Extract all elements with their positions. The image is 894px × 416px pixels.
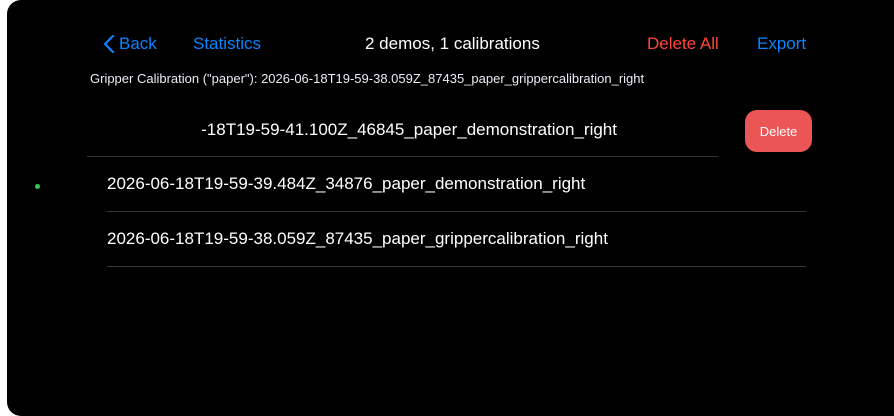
page-title: 2 demos, 1 calibrations <box>365 34 540 53</box>
calibration-info: Gripper Calibration ("paper"): 2026-06-1… <box>90 71 645 86</box>
recording-name: 2026-06-18T19-59-38.059Z_87435_paper_gri… <box>107 229 608 248</box>
recording-name: -18T19-59-41.100Z_46845_paper_demonstrat… <box>201 120 617 139</box>
row-divider <box>107 266 806 267</box>
export-button[interactable]: Export <box>757 30 806 58</box>
status-dot-icon <box>35 184 40 189</box>
list-item-swiped[interactable]: -18T19-59-41.100Z_46845_paper_demonstrat… <box>7 104 718 156</box>
list-item[interactable]: 2026-06-18T19-59-39.484Z_34876_paper_dem… <box>107 157 806 211</box>
navigation-bar: Back Statistics 2 demos, 1 calibrations … <box>7 30 894 58</box>
row-delete-button[interactable]: Delete <box>745 110 812 152</box>
back-button[interactable]: Back <box>103 30 157 58</box>
list-item[interactable]: 2026-06-18T19-59-38.059Z_87435_paper_gri… <box>107 212 806 266</box>
statistics-button[interactable]: Statistics <box>193 30 261 58</box>
back-button-label: Back <box>119 34 157 53</box>
chevron-left-icon <box>103 34 115 54</box>
delete-all-button[interactable]: Delete All <box>647 30 719 58</box>
recording-name: 2026-06-18T19-59-39.484Z_34876_paper_dem… <box>107 174 586 193</box>
app-screen: Back Statistics 2 demos, 1 calibrations … <box>7 0 894 416</box>
